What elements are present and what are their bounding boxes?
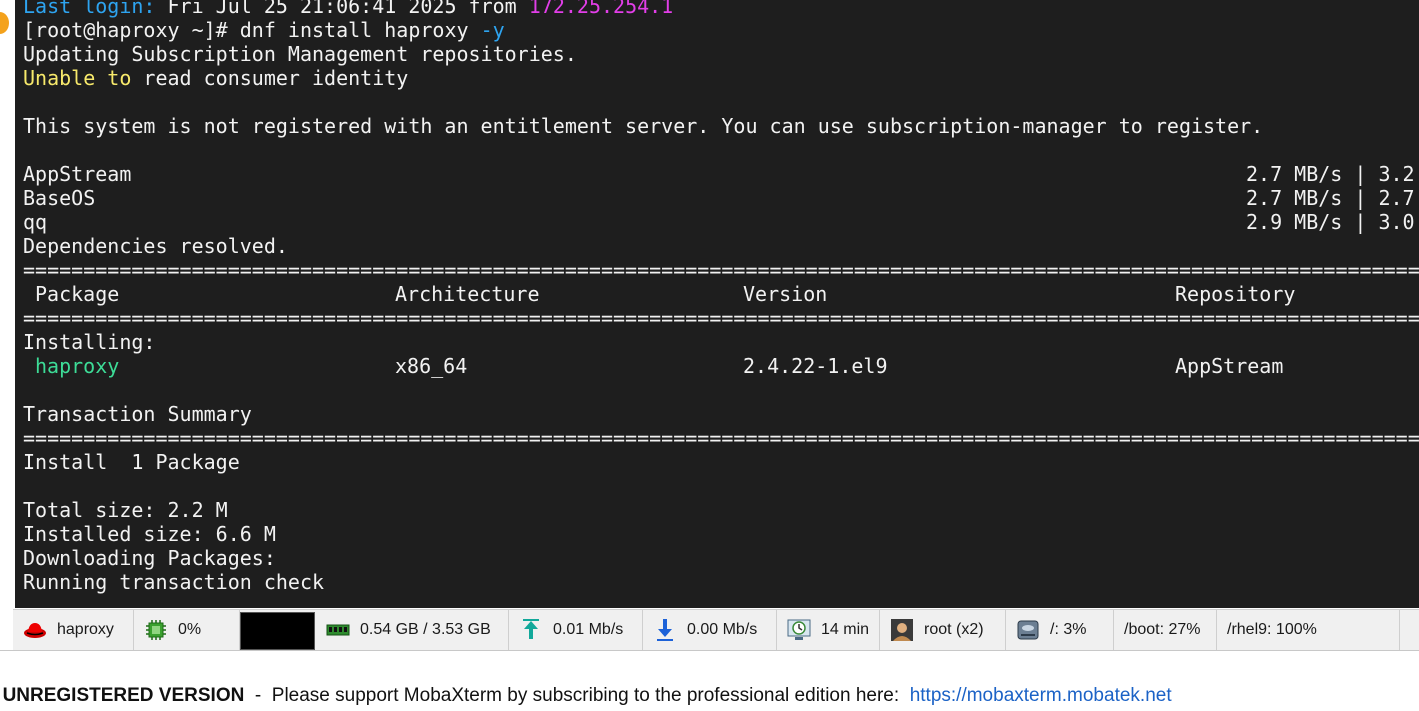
separator-line: ========================================… [23,258,1419,282]
installing-label: Installing: [23,330,156,354]
sidebar-toggle-icon[interactable] [0,12,9,34]
total-size: Total size: 2.2 M [23,498,228,522]
header-package: Package [35,282,120,306]
updating-line: Updating Subscription Management reposit… [23,42,577,66]
status-user[interactable]: root (x2) [880,610,1006,650]
cpu-label: 0% [178,621,202,638]
command-line: [root@haproxy ~]# dnf install haproxy -y [23,18,505,42]
unable-line: Unable to read consumer identity [23,66,408,90]
user-label: root (x2) [924,621,984,638]
status-cpu[interactable]: 0% [134,610,240,650]
mobaxterm-link[interactable]: https://mobaxterm.mobatek.net [910,685,1172,706]
repo-speed: 2.9 MB/s | 3.0 [1246,210,1415,234]
user-avatar-icon [891,619,913,641]
support-message: Please support MobaXterm by subscribing … [271,685,910,706]
not-registered-line: This system is not registered with an en… [23,114,1264,138]
disk-boot-label: /boot: 27% [1124,621,1201,638]
deps-resolved-line: Dependencies resolved. [23,234,288,258]
cpu-graph [240,612,315,650]
last-login-ip: 172.25.254.1 [528,0,674,18]
unable-rest: read consumer identity [131,66,409,90]
repo-speed: 2.7 MB/s | 3.2 [1246,162,1415,186]
uptime-clock-icon [787,619,811,640]
status-disk-root[interactable]: /: 3% [1006,610,1114,650]
status-upload[interactable]: 0.01 Mb/s [509,610,643,650]
unregistered-banner: UNREGISTERED VERSION - Please support Mo… [0,650,1419,706]
install-count: Install 1 Package [23,450,240,474]
header-architecture: Architecture [395,282,540,306]
memory-label: 0.54 GB / 3.53 GB [360,621,491,638]
repo-name: AppStream [23,162,132,186]
disk-root-label: /: 3% [1050,621,1087,638]
header-version: Version [743,282,828,306]
package-repo: AppStream [1175,354,1284,378]
status-host[interactable]: haproxy [13,610,134,650]
banner-dash: - [244,685,272,706]
last-login-label: Last login: [23,0,156,18]
terminal-output[interactable]: Last login: Fri Jul 25 21:06:41 2025 fro… [13,0,1419,608]
repo-name: BaseOS [23,186,96,210]
memory-ram-icon [326,624,350,636]
status-bar: haproxy 0% 0.54 GB / 3.53 GB 0.01 Mb/s 0… [13,609,1419,650]
last-login-date: Fri Jul 25 21:06:41 2025 from [167,0,529,18]
repo-speed: 2.7 MB/s | 2.7 [1246,186,1415,210]
status-disk-rhel9[interactable]: /rhel9: 100% [1217,610,1400,650]
running-check-line: Running transaction check [23,570,325,594]
package-name: haproxy [35,354,120,378]
disk-rhel9-label: /rhel9: 100% [1227,621,1317,638]
shell-prompt: [root@haproxy ~]# [23,18,240,42]
unregistered-label: UNREGISTERED VERSION [2,685,245,706]
upload-label: 0.01 Mb/s [553,621,624,638]
downloading-line: Downloading Packages: [23,546,276,570]
host-label: haproxy [57,621,114,638]
repo-name: qq [23,210,48,234]
status-uptime[interactable]: 14 min [777,610,880,650]
download-label: 0.00 Mb/s [687,621,758,638]
status-disk-boot[interactable]: /boot: 27% [1114,610,1217,650]
package-version: 2.4.22-1.el9 [743,354,888,378]
header-repository: Repository [1175,282,1296,306]
cpu-chip-icon [146,620,166,640]
installed-size: Installed size: 6.6 M [23,522,276,546]
download-arrow-icon [657,619,673,641]
left-strip [0,0,13,608]
last-login-line: Last login: Fri Jul 25 21:06:41 2025 fro… [23,0,673,18]
uptime-label: 14 min [821,621,870,638]
command-text: dnf install haproxy [239,18,481,42]
status-download[interactable]: 0.00 Mb/s [643,610,777,650]
package-arch: x86_64 [395,354,468,378]
transaction-summary: Transaction Summary [23,402,252,426]
command-flag: -y [480,18,505,42]
upload-arrow-icon [523,619,539,639]
separator-line: ========================================… [23,306,1419,330]
unable-warning: Unable to [23,66,132,90]
status-memory[interactable]: 0.54 GB / 3.53 GB [316,610,509,650]
terminal-left-border [13,0,15,608]
separator-line: ========================================… [23,426,1419,450]
redhat-icon [24,623,46,638]
disk-drive-icon [1017,620,1039,640]
